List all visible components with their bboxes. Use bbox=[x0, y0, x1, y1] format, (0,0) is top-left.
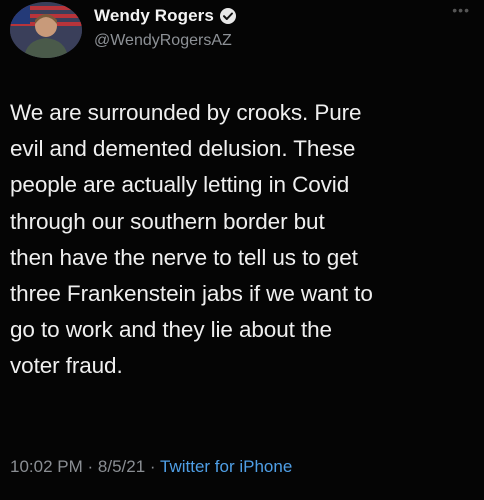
more-options-icon[interactable]: ••• bbox=[452, 2, 470, 18]
tweet-card: Wendy Rogers @WendyRogersAZ ••• We are s… bbox=[0, 0, 484, 500]
tweet-client-link[interactable]: Twitter for iPhone bbox=[160, 457, 292, 476]
profile-photo-icon bbox=[10, 2, 82, 58]
tweet-meta: 10:02 PM · 8/5/21 · Twitter for iPhone bbox=[10, 457, 292, 477]
author-name-row[interactable]: Wendy Rogers bbox=[94, 6, 237, 26]
display-name[interactable]: Wendy Rogers bbox=[94, 6, 214, 26]
tweet-text: We are surrounded by crooks. Pure evil a… bbox=[10, 100, 373, 379]
verified-badge-icon bbox=[219, 7, 237, 25]
meta-separator: · bbox=[149, 457, 156, 476]
author-handle[interactable]: @WendyRogersAZ bbox=[94, 32, 232, 50]
meta-separator: · bbox=[87, 457, 94, 476]
tweet-date[interactable]: 8/5/21 bbox=[98, 457, 145, 476]
avatar[interactable] bbox=[10, 2, 82, 58]
tweet-time[interactable]: 10:02 PM bbox=[10, 457, 83, 476]
